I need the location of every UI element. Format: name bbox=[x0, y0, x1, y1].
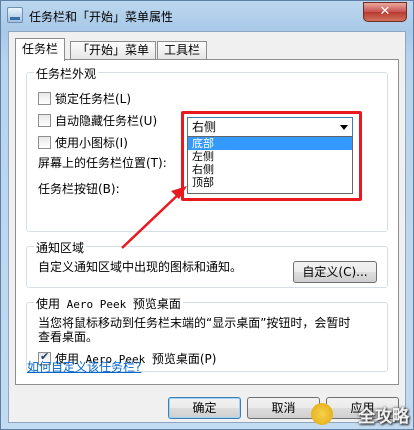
arrow-head bbox=[171, 186, 187, 199]
properties-window: 任务栏和「开始」菜单属性 ✕ 任务栏 「开始」菜单 工具栏 任务栏外观 锁定任务… bbox=[0, 0, 414, 430]
watermark-text: 全攻略 bbox=[358, 407, 409, 427]
tab-taskbar[interactable]: 任务栏 bbox=[15, 38, 66, 61]
arrow-shaft bbox=[121, 191, 182, 249]
red-arrow-icon bbox=[121, 186, 187, 249]
watermark-logo-icon bbox=[311, 403, 333, 425]
